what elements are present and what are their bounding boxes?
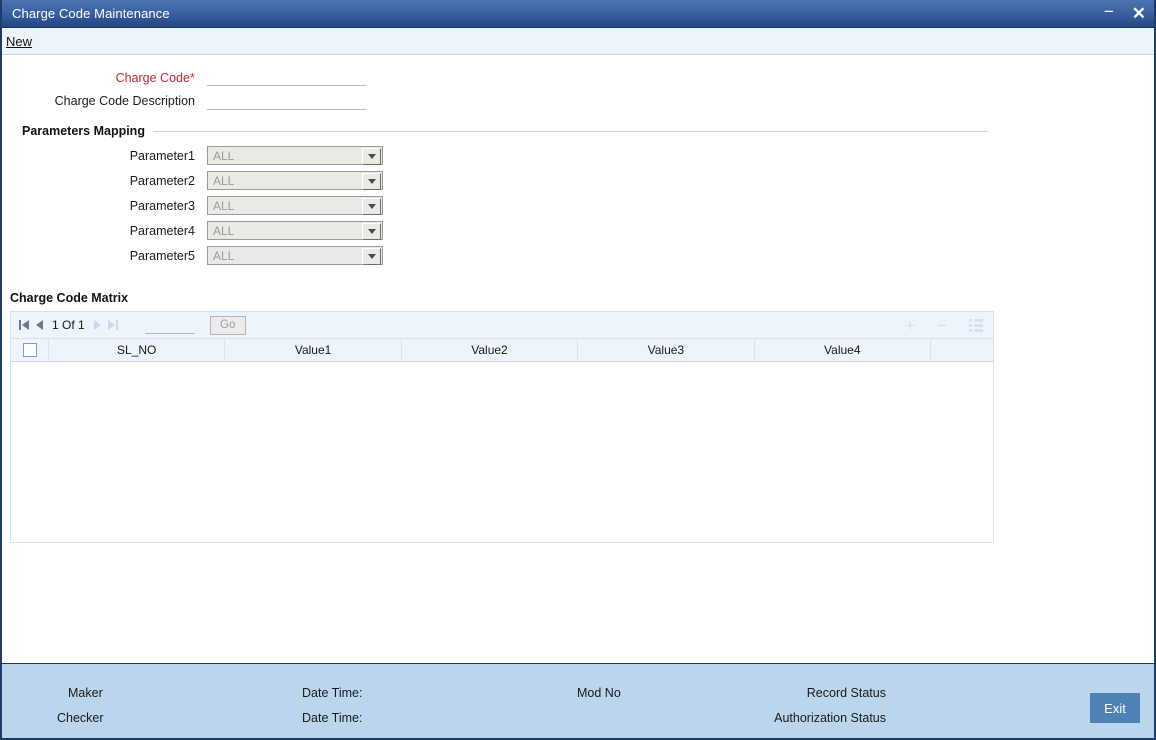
parameter2-select[interactable]: ALL <box>207 171 383 190</box>
charge-code-label: Charge Code* <box>2 70 207 85</box>
charge-code-description-row: Charge Code Description <box>2 92 1154 110</box>
parameter5-value: ALL <box>213 248 235 263</box>
parameter3-row: Parameter3 ALL <box>2 196 1154 215</box>
parameter1-value: ALL <box>213 148 235 163</box>
menu-bar: New <box>2 28 1154 55</box>
chevron-down-icon[interactable] <box>362 198 381 215</box>
window-controls: − ✕ <box>1104 0 1146 27</box>
charge-code-description-input[interactable] <box>207 92 366 110</box>
footer-bar: Maker Checker Date Time: Date Time: Mod … <box>2 663 1154 738</box>
parameters-mapping-section-header: Parameters Mapping <box>2 124 1154 138</box>
plus-icon[interactable]: + <box>905 317 915 334</box>
checker-label: Checker <box>57 711 104 725</box>
column-header-value1[interactable]: Value1 <box>224 338 402 362</box>
new-menu-link[interactable]: New <box>6 34 32 49</box>
table-header-row: SL_NO Value1 Value2 Value3 Value4 <box>11 338 993 362</box>
minimize-icon[interactable]: − <box>1104 3 1114 20</box>
page-number-input[interactable] <box>144 316 195 334</box>
parameter5-select[interactable]: ALL <box>207 246 383 265</box>
parameter2-value: ALL <box>213 173 235 188</box>
maker-label: Maker <box>68 686 103 700</box>
parameter2-label: Parameter2 <box>129 173 195 188</box>
charge-code-matrix-title: Charge Code Matrix <box>10 291 129 305</box>
charge-code-description-label: Charge Code Description <box>54 94 195 108</box>
parameter3-value: ALL <box>213 198 235 213</box>
grid-action-icons: + − <box>905 317 983 334</box>
parameter4-label: Parameter4 <box>129 223 195 238</box>
minus-icon[interactable]: − <box>937 317 947 334</box>
column-header-value2[interactable]: Value2 <box>401 338 579 362</box>
chevron-down-icon[interactable] <box>362 173 381 190</box>
charge-code-matrix-grid: 1 Of 1 Go + − SL_NO Value1 Value2 Value3… <box>10 311 994 543</box>
parameters-mapping-list: Parameter1 ALL Parameter2 ALL Parameter3… <box>2 146 1154 265</box>
chevron-down-icon[interactable] <box>362 148 381 165</box>
authorization-status-label: Authorization Status <box>774 711 886 725</box>
chevron-down-icon[interactable] <box>362 248 381 265</box>
record-status-label: Record Status <box>806 686 886 700</box>
next-page-icon[interactable] <box>93 320 101 330</box>
parameter2-row: Parameter2 ALL <box>2 171 1154 190</box>
grid-toolbar: 1 Of 1 Go + − <box>11 312 993 338</box>
parameter3-select[interactable]: ALL <box>207 196 383 215</box>
parameter5-row: Parameter5 ALL <box>2 246 1154 265</box>
grid-pagination: 1 Of 1 Go <box>11 315 246 335</box>
first-page-icon[interactable] <box>19 320 29 330</box>
charge-code-row: Charge Code* <box>2 68 1154 86</box>
list-detail-icon[interactable] <box>969 318 983 332</box>
application-window: Charge Code Maintenance − ✕ New Charge C… <box>0 0 1156 740</box>
parameter4-select[interactable]: ALL <box>207 221 383 240</box>
header-fields: Charge Code* Charge Code Description <box>2 55 1154 110</box>
close-icon[interactable]: ✕ <box>1132 5 1146 22</box>
charge-code-label-text: Charge Code <box>115 70 190 85</box>
charge-code-input[interactable] <box>207 68 366 86</box>
parameter1-select[interactable]: ALL <box>207 146 383 165</box>
section-divider <box>152 130 988 132</box>
mod-no-label: Mod No <box>577 686 621 700</box>
parameter1-row: Parameter1 ALL <box>2 146 1154 165</box>
required-marker-icon: * <box>189 69 195 85</box>
checker-datetime-label: Date Time: <box>302 711 363 725</box>
parameter3-label: Parameter3 <box>129 198 195 213</box>
go-button[interactable]: Go <box>209 315 246 335</box>
column-header-sl-no[interactable]: SL_NO <box>48 338 226 362</box>
matrix-table: SL_NO Value1 Value2 Value3 Value4 <box>11 338 993 362</box>
parameter4-value: ALL <box>213 223 235 238</box>
column-header-value3[interactable]: Value3 <box>577 338 755 362</box>
column-header-value4[interactable]: Value4 <box>754 338 932 362</box>
parameter5-label: Parameter5 <box>129 248 195 263</box>
matrix-table-body-empty <box>11 362 993 542</box>
form-body: Charge Code* Charge Code Description Par… <box>2 55 1154 666</box>
select-all-checkbox[interactable] <box>22 343 37 358</box>
window-title: Charge Code Maintenance <box>12 6 170 21</box>
maker-datetime-label: Date Time: <box>302 686 363 700</box>
page-indicator: 1 Of 1 <box>52 318 85 332</box>
last-page-icon[interactable] <box>107 320 118 330</box>
exit-button[interactable]: Exit <box>1090 693 1140 723</box>
parameter1-label: Parameter1 <box>129 148 195 163</box>
column-header-spacer <box>930 338 993 362</box>
parameters-mapping-title: Parameters Mapping <box>22 124 145 138</box>
parameter4-row: Parameter4 ALL <box>2 221 1154 240</box>
previous-page-icon[interactable] <box>36 320 43 330</box>
chevron-down-icon[interactable] <box>362 223 381 240</box>
title-bar: Charge Code Maintenance − ✕ <box>2 0 1154 28</box>
select-all-header <box>11 338 49 362</box>
